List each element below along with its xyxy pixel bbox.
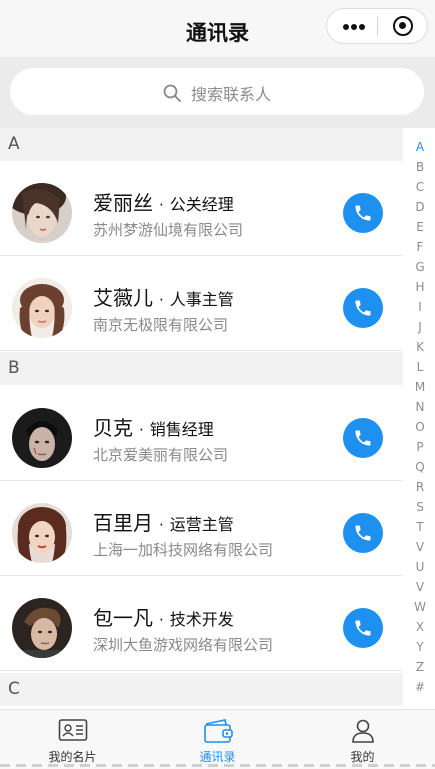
alphabet-index-letter[interactable]: V [405, 537, 435, 557]
alphabet-index-letter[interactable]: T [405, 517, 435, 537]
tab-label: 我的名片 [48, 750, 97, 764]
nav-bar: 通讯录 [0, 0, 435, 58]
alphabet-index-letter[interactable]: E [405, 217, 435, 237]
alphabet-index-letter[interactable]: M [405, 377, 435, 397]
alphabet-index-letter[interactable]: U [405, 557, 435, 577]
mini-program-capsule [326, 8, 428, 44]
contact-name: 贝克 [93, 416, 133, 440]
contact-role: 公关经理 [169, 195, 234, 214]
capsule-divider [377, 17, 378, 36]
contact-row[interactable]: 贝克 · 销售经理 北京爱美丽有限公司 [0, 386, 403, 481]
search-icon [163, 84, 181, 102]
phone-icon [355, 430, 371, 446]
alphabet-index-letter[interactable]: P [405, 437, 435, 457]
call-button[interactable] [343, 513, 383, 553]
tab-label: 通讯录 [199, 750, 236, 764]
alphabet-index-letter[interactable]: K [405, 337, 435, 357]
tab-bar: 我的名片 通讯录 我的 [0, 709, 435, 769]
contact-row[interactable]: 百里月 · 运营主管 上海一加科技网络有限公司 [0, 481, 403, 576]
alphabet-index-letter[interactable]: D [405, 197, 435, 217]
contact-list: A 爱丽丝 · 公关经理 苏州梦游仙境有限公司 艾薇儿 · 人事主管 南京无极限… [0, 128, 403, 708]
alphabet-index-letter[interactable]: A [405, 137, 435, 157]
tab-my-card[interactable]: 我的名片 [0, 710, 145, 768]
alphabet-index-letter[interactable]: O [405, 417, 435, 437]
contact-row[interactable]: 包一凡 · 技术开发 深圳大鱼游戏网络有限公司 [0, 576, 403, 671]
section-header-b: B [0, 352, 403, 385]
contact-name-line: 贝克 · 销售经理 [93, 412, 214, 441]
alphabet-index-letter[interactable]: G [405, 257, 435, 277]
call-button[interactable] [343, 608, 383, 648]
phone-icon [355, 300, 371, 316]
alphabet-index-letter[interactable]: B [405, 157, 435, 177]
user-profile-icon [350, 718, 376, 748]
business-card-icon [58, 718, 88, 746]
contact-role: 运营主管 [169, 515, 234, 534]
alphabet-index[interactable]: A B C D E F G H I J K L M N O P Q R S T V U V W X Y Z # [405, 137, 435, 697]
contact-name: 爱丽丝 [93, 191, 153, 215]
section-header-a: A [0, 128, 403, 161]
separator-dot: · [159, 291, 164, 309]
alphabet-index-letter[interactable]: N [405, 397, 435, 417]
alphabet-index-letter[interactable]: L [405, 357, 435, 377]
contact-role: 技术开发 [169, 610, 234, 629]
alphabet-index-letter[interactable]: V [405, 577, 435, 597]
contact-company: 北京爱美丽有限公司 [93, 446, 229, 464]
phone-icon [355, 525, 371, 541]
alphabet-index-letter[interactable]: H [405, 277, 435, 297]
contact-name: 百里月 [93, 511, 153, 535]
avatar [12, 278, 72, 338]
alphabet-index-letter[interactable]: Y [405, 637, 435, 657]
contact-row[interactable]: 艾薇儿 · 人事主管 南京无极限有限公司 [0, 256, 403, 351]
contact-name: 包一凡 [93, 606, 153, 630]
contact-name: 艾薇儿 [93, 286, 153, 310]
alphabet-index-letter[interactable]: Q [405, 457, 435, 477]
avatar [12, 408, 72, 468]
search-bar-container: 搜索联系人 [0, 58, 435, 128]
search-input[interactable]: 搜索联系人 [10, 68, 424, 115]
alphabet-index-letter[interactable]: I [405, 297, 435, 317]
separator-dot: · [159, 516, 164, 534]
alphabet-index-letter[interactable]: # [405, 677, 435, 697]
avatar [12, 503, 72, 563]
contacts-book-icon [203, 718, 233, 748]
avatar [12, 183, 72, 243]
contact-name-line: 包一凡 · 技术开发 [93, 602, 234, 631]
contact-row[interactable]: 爱丽丝 · 公关经理 苏州梦游仙境有限公司 [0, 161, 403, 256]
phone-icon [355, 205, 371, 221]
separator-dot: · [159, 611, 164, 629]
call-button[interactable] [343, 193, 383, 233]
tab-me[interactable]: 我的 [290, 710, 435, 768]
alphabet-index-letter[interactable]: X [405, 617, 435, 637]
alphabet-index-letter[interactable]: C [405, 177, 435, 197]
contact-company: 南京无极限有限公司 [93, 316, 229, 334]
contact-role: 人事主管 [169, 290, 234, 309]
tab-label: 我的 [350, 750, 375, 764]
phone-icon [355, 620, 371, 636]
contact-name-line: 百里月 · 运营主管 [93, 507, 234, 536]
contact-company: 深圳大鱼游戏网络有限公司 [93, 636, 274, 654]
alphabet-index-letter[interactable]: R [405, 477, 435, 497]
contact-company: 上海一加科技网络有限公司 [93, 541, 274, 559]
bottom-dashed-border [0, 764, 435, 767]
call-button[interactable] [343, 288, 383, 328]
alphabet-index-letter[interactable]: Z [405, 657, 435, 677]
contact-name-line: 爱丽丝 · 公关经理 [93, 187, 234, 216]
separator-dot: · [159, 196, 164, 214]
section-header-c: C [0, 673, 403, 706]
close-target-icon[interactable] [393, 16, 413, 36]
contact-name-line: 艾薇儿 · 人事主管 [93, 282, 234, 311]
separator-dot: · [139, 421, 144, 439]
alphabet-index-letter[interactable]: F [405, 237, 435, 257]
alphabet-index-letter[interactable]: W [405, 597, 435, 617]
contact-company: 苏州梦游仙境有限公司 [93, 221, 244, 239]
tab-contacts[interactable]: 通讯录 [145, 710, 290, 768]
more-menu-icon[interactable] [343, 24, 365, 30]
alphabet-index-letter[interactable]: S [405, 497, 435, 517]
avatar [12, 598, 72, 658]
call-button[interactable] [343, 418, 383, 458]
search-placeholder: 搜索联系人 [190, 85, 271, 104]
alphabet-index-letter[interactable]: J [405, 317, 435, 337]
contact-role: 销售经理 [149, 420, 214, 439]
